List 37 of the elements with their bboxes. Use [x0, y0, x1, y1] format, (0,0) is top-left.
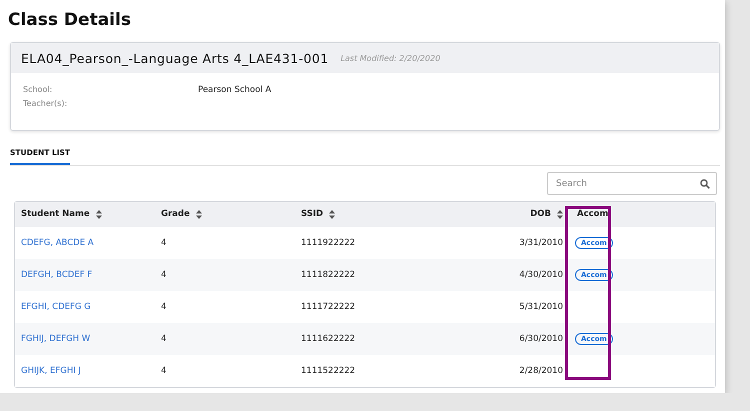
table-cell-text: 4 [160, 366, 168, 376]
search-field[interactable]: Search [547, 172, 717, 195]
table-cell-text: 1111722222 [300, 302, 356, 312]
table-cell-text: 4 [160, 238, 168, 248]
table-cell-text: 1111922222 [300, 238, 356, 248]
field-label: School: [23, 85, 54, 95]
table-cell-text: 5/31/2010 [518, 302, 564, 312]
last-modified: Last Modified: 2/20/2020 [340, 54, 440, 62]
table-cell-text: 1111622222 [300, 334, 356, 344]
sort-icon[interactable] [196, 210, 202, 219]
student-link[interactable]: EFGHI, CDEFG G [15, 302, 91, 312]
sort-icon[interactable] [329, 210, 336, 219]
student-link[interactable]: CDEFG, ABCDE A [15, 238, 94, 248]
table-cell-text: 1111522222 [300, 366, 356, 376]
table-cell-text: 2/28/2010 [518, 366, 564, 376]
table-cell-text: 3/31/2010 [518, 238, 564, 248]
table-cell-text: 4/30/2010 [518, 270, 564, 280]
field-label: Teacher(s): [23, 99, 68, 108]
search-icon[interactable] [700, 178, 710, 188]
table-cell-text: 1111822222 [300, 270, 356, 280]
column-header[interactable]: SSID [301, 209, 324, 220]
table-cell-text: 4 [160, 302, 168, 312]
table-cell-text: 4 [160, 334, 168, 344]
field-value: Pearson School A [198, 85, 272, 95]
student-link[interactable]: GHIJK, EFGHI J [15, 366, 81, 376]
class-name: ELA04_Pearson_-Language Arts 4_LAE431-001 [21, 50, 329, 66]
column-header[interactable]: Student Name [21, 209, 90, 220]
sort-icon[interactable] [96, 210, 102, 219]
table-cell-text: 4 [160, 270, 168, 280]
column-header[interactable]: DOB [530, 209, 551, 220]
page-title: Class Details [8, 10, 132, 32]
column-header: Accom [577, 209, 608, 220]
student-link[interactable]: FGHIJ, DEFGH W [15, 334, 90, 344]
student-link[interactable]: DEFGH, BCDEF F [15, 270, 92, 280]
column-header[interactable]: Grade [161, 209, 190, 220]
sort-icon[interactable] [557, 210, 563, 219]
table-cell-text: 6/30/2010 [518, 334, 564, 344]
